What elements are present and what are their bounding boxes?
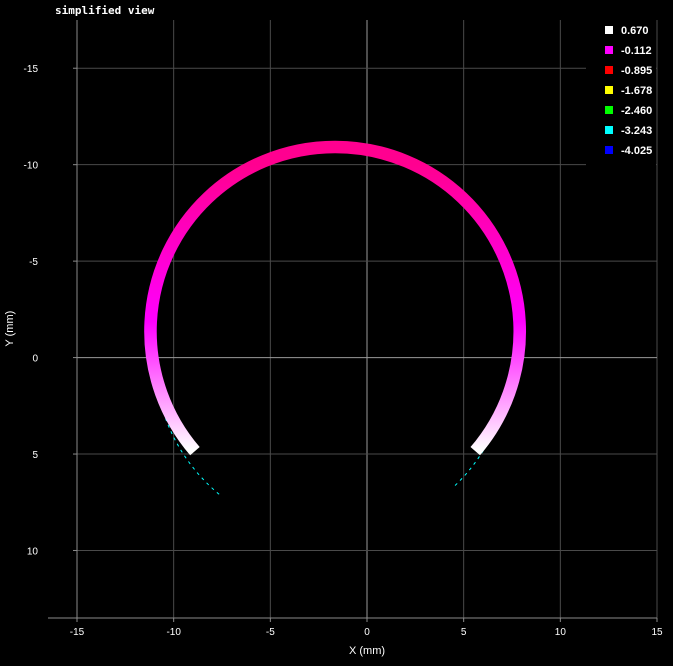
x-tick-label: 0 bbox=[364, 627, 370, 638]
chart: -15 -10 -5 0 5 10 15 -15 -10 -5 0 5 10 X (mm) Y (mm… bbox=[4, 18, 663, 657]
legend-swatch bbox=[605, 126, 613, 134]
y-axis-title: Y (mm) bbox=[4, 311, 16, 347]
legend-label: -2.460 bbox=[621, 105, 652, 117]
x-tick-label: -15 bbox=[70, 627, 85, 638]
x-tick-labels: -15 -10 -5 0 5 10 15 bbox=[70, 618, 663, 638]
y-tick-label: 10 bbox=[27, 546, 39, 557]
y-tick-label: 5 bbox=[32, 450, 38, 461]
legend-label: -0.895 bbox=[621, 65, 652, 77]
legend-label: 0.670 bbox=[621, 25, 649, 37]
y-tick-label: -10 bbox=[24, 161, 39, 172]
arc-data-band bbox=[144, 140, 526, 456]
y-tick-label: -5 bbox=[29, 257, 38, 268]
legend-swatch bbox=[605, 46, 613, 54]
legend-swatch bbox=[605, 26, 613, 34]
legend-swatch bbox=[605, 66, 613, 74]
x-tick-label: -5 bbox=[266, 627, 275, 638]
x-tick-label: 10 bbox=[555, 627, 567, 638]
x-tick-label: 5 bbox=[461, 627, 467, 638]
legend-label: -0.112 bbox=[621, 45, 652, 57]
x-tick-label: -10 bbox=[166, 627, 181, 638]
legend-swatch bbox=[605, 146, 613, 154]
y-tick-label: -15 bbox=[24, 64, 39, 75]
x-tick-label: 15 bbox=[651, 627, 663, 638]
legend-swatch bbox=[605, 106, 613, 114]
x-axis-title: X (mm) bbox=[349, 645, 385, 657]
legend-label: -1.678 bbox=[621, 85, 652, 97]
y-tick-labels: -15 -10 -5 0 5 10 bbox=[24, 64, 77, 557]
legend-label: -4.025 bbox=[621, 145, 652, 157]
legend-label: -3.243 bbox=[621, 125, 652, 137]
grid bbox=[76, 20, 658, 618]
legend-swatch bbox=[605, 86, 613, 94]
axes bbox=[48, 20, 657, 619]
y-tick-label: 0 bbox=[32, 354, 38, 365]
